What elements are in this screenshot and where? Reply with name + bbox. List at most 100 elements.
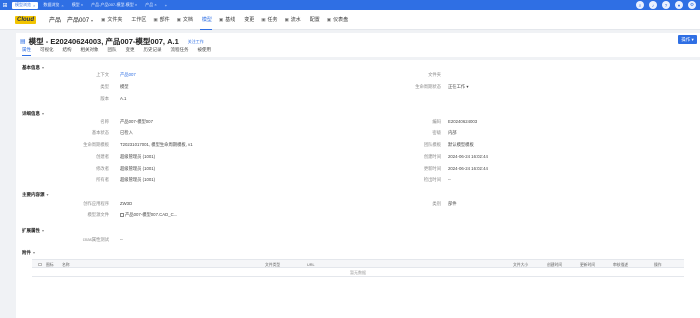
detail-label: 名称 (100, 119, 109, 124)
table-header: 图标 名称 文件类型 URL 文件大小 创建时间 更新时间 审核描述 操作 (32, 259, 684, 268)
ext-value: -- (120, 237, 123, 242)
tab-team[interactable]: 团队 (108, 47, 117, 56)
tab-visualization[interactable]: 可视化 (40, 47, 54, 56)
version-label: 版本 (100, 96, 109, 101)
folder-label: 文件夹 (428, 72, 441, 77)
section-attachments[interactable]: 附件 ▾ (22, 250, 35, 256)
nav-config[interactable]: 配置 (308, 10, 320, 30)
tab-model[interactable]: 模型 × (69, 2, 86, 9)
section-detail-info[interactable]: 详细信息 ▾ (22, 111, 44, 117)
col-file-size: 文件大小 (513, 262, 529, 267)
detail-label: 所有者 (96, 177, 109, 182)
tab-used-by[interactable]: 被使用 (198, 47, 212, 56)
tab-structure[interactable]: 结构 (63, 47, 72, 56)
tab-label: 模型浏览 (15, 2, 31, 7)
detail-label: 生命周期模板 (83, 142, 109, 147)
lifecycle-label: 生命周期状态 (415, 84, 441, 89)
nav-folder[interactable]: ▣ 文件夹 (101, 10, 122, 30)
bell-icon[interactable]: ♪ (649, 1, 657, 9)
nav-flow[interactable]: ▣ 流水 (285, 10, 301, 30)
nav-label: 流水 (290, 17, 301, 23)
nav-model[interactable]: 模型 (199, 10, 212, 30)
nav-label: 文档 (182, 17, 193, 23)
context-value[interactable]: 产品007 (120, 72, 136, 78)
context-label: 产品 (49, 18, 62, 24)
chevron-down-icon: ▾ (42, 228, 45, 233)
nav-label: 部件 (159, 17, 170, 23)
flow-icon: ▣ (284, 16, 289, 22)
section-basic-info[interactable]: 基本信息 ▾ (22, 65, 44, 71)
chevron-down-icon: ▾ (33, 250, 36, 255)
app-label: 创作应用程序 (83, 201, 109, 206)
nav-change[interactable]: 变更 (242, 10, 254, 30)
chevron-down-icon: ▾ (46, 192, 49, 197)
dashboard-icon: ▣ (326, 16, 332, 22)
nav-label: 任务 (267, 17, 278, 23)
section-title: 附件 (22, 250, 31, 255)
logo-text: Cloud (15, 15, 36, 24)
attributes-panel: 基本信息 ▾ 上下文 产品007 类型 模型 版本 A.1 文件夹 生命周期状态 … (16, 60, 700, 318)
close-icon[interactable]: × (61, 3, 63, 8)
app-grid-icon[interactable]: ⊞ (0, 0, 10, 10)
section-title: 扩展属性 (22, 228, 40, 233)
help-icon[interactable]: ? (662, 1, 670, 9)
tab-data-browse[interactable]: 数据浏览 × (40, 2, 66, 9)
col-review: 审核描述 (613, 262, 629, 267)
team-template-value: 默认模型模板 (448, 142, 474, 147)
security-value: 内部 (448, 130, 457, 135)
tab-related[interactable]: 相关对象 (81, 47, 99, 56)
tab-label: 模型 × (71, 2, 84, 7)
top-bar: ⊞ 模型浏览 × 数据浏览 × 模型 × 产品-产品007-模型-模型 × 产品 ×… (0, 0, 700, 10)
tab-label: 产品 × (145, 2, 157, 7)
context-label: 上下文 (96, 72, 109, 77)
nav-dashboard[interactable]: ▣ 仪表盘 (327, 10, 348, 30)
follow-link[interactable]: 关注工作 (188, 39, 204, 45)
tab-product[interactable]: 产品 × (142, 2, 159, 9)
close-icon[interactable]: × (33, 3, 35, 8)
file-icon (120, 212, 124, 217)
chevron-down-icon: ▾ (42, 111, 45, 116)
nav-task[interactable]: ▣ 任务 (261, 10, 277, 30)
type-value: 模型 (120, 84, 129, 89)
attachments-table: 图标 名称 文件类型 URL 文件大小 创建时间 更新时间 审核描述 操作 暂无… (32, 259, 684, 277)
tab-history[interactable]: 历史记录 (144, 47, 162, 56)
nav-workspace[interactable]: 工作区 (129, 10, 146, 30)
nav-baseline[interactable]: ▣ 基线 (219, 10, 235, 30)
tab-product-model[interactable]: 产品-产品007-模型-模型 × (88, 2, 140, 9)
tab-change[interactable]: 变更 (126, 47, 135, 56)
nav-label: 配置 (309, 17, 320, 23)
nav-part[interactable]: ▣ 部件 (153, 10, 169, 30)
section-content-source[interactable]: 主要内容源 ▾ (22, 192, 49, 198)
operations-button[interactable]: 操作 ▾ (678, 35, 697, 44)
tab-attributes[interactable]: 属性 (22, 47, 31, 56)
col-created: 创建时间 (547, 262, 563, 267)
tab-model-browse[interactable]: 模型浏览 × (12, 1, 39, 9)
nav-label: 模型 (201, 16, 212, 23)
detail-label: 检出时间 (423, 177, 441, 182)
task-icon: ▣ (261, 16, 266, 22)
detail-label: 团队模板 (423, 142, 441, 147)
tab-label: + (164, 2, 168, 8)
nav-document[interactable]: ▣ 文档 (177, 10, 193, 30)
col-file-type: 文件类型 (265, 262, 281, 267)
search-icon[interactable]: ⌕ (636, 1, 644, 9)
modifier-value: 超级管理员 (1001) (120, 166, 156, 171)
context-select[interactable]: 产品007 ▾ (67, 15, 93, 24)
add-tab-button[interactable]: + (162, 2, 170, 9)
section-extended[interactable]: 扩展属性 ▾ (22, 228, 44, 234)
nav-label: 变更 (244, 17, 255, 23)
col-name: 名称 (62, 262, 70, 267)
tab-process[interactable]: 流程任务 (171, 47, 189, 56)
nav-label: 仪表盘 (333, 17, 349, 23)
select-all-checkbox[interactable] (38, 262, 42, 266)
lifecycle-select[interactable]: 正在工作 ▾ (448, 84, 469, 90)
source-file-link[interactable]: 产品007-模型007.CAD_C... (120, 212, 177, 218)
section-title: 详细信息 (22, 111, 40, 116)
type-label: 类型 (100, 84, 109, 89)
user-icon[interactable]: ● (675, 1, 683, 9)
settings-icon[interactable]: ⚙ (688, 1, 696, 9)
version-value: A.1 (120, 96, 127, 101)
context-nav: ▣ 文件夹 工作区 ▣ 部件 ▣ 文档 模型 ▣ 基线 变更 ▣ 任务 ▣ 流水 配置 ▣ 仪… (101, 10, 348, 30)
detail-label: 编码 (432, 119, 441, 124)
section-title: 主要内容源 (22, 192, 45, 197)
